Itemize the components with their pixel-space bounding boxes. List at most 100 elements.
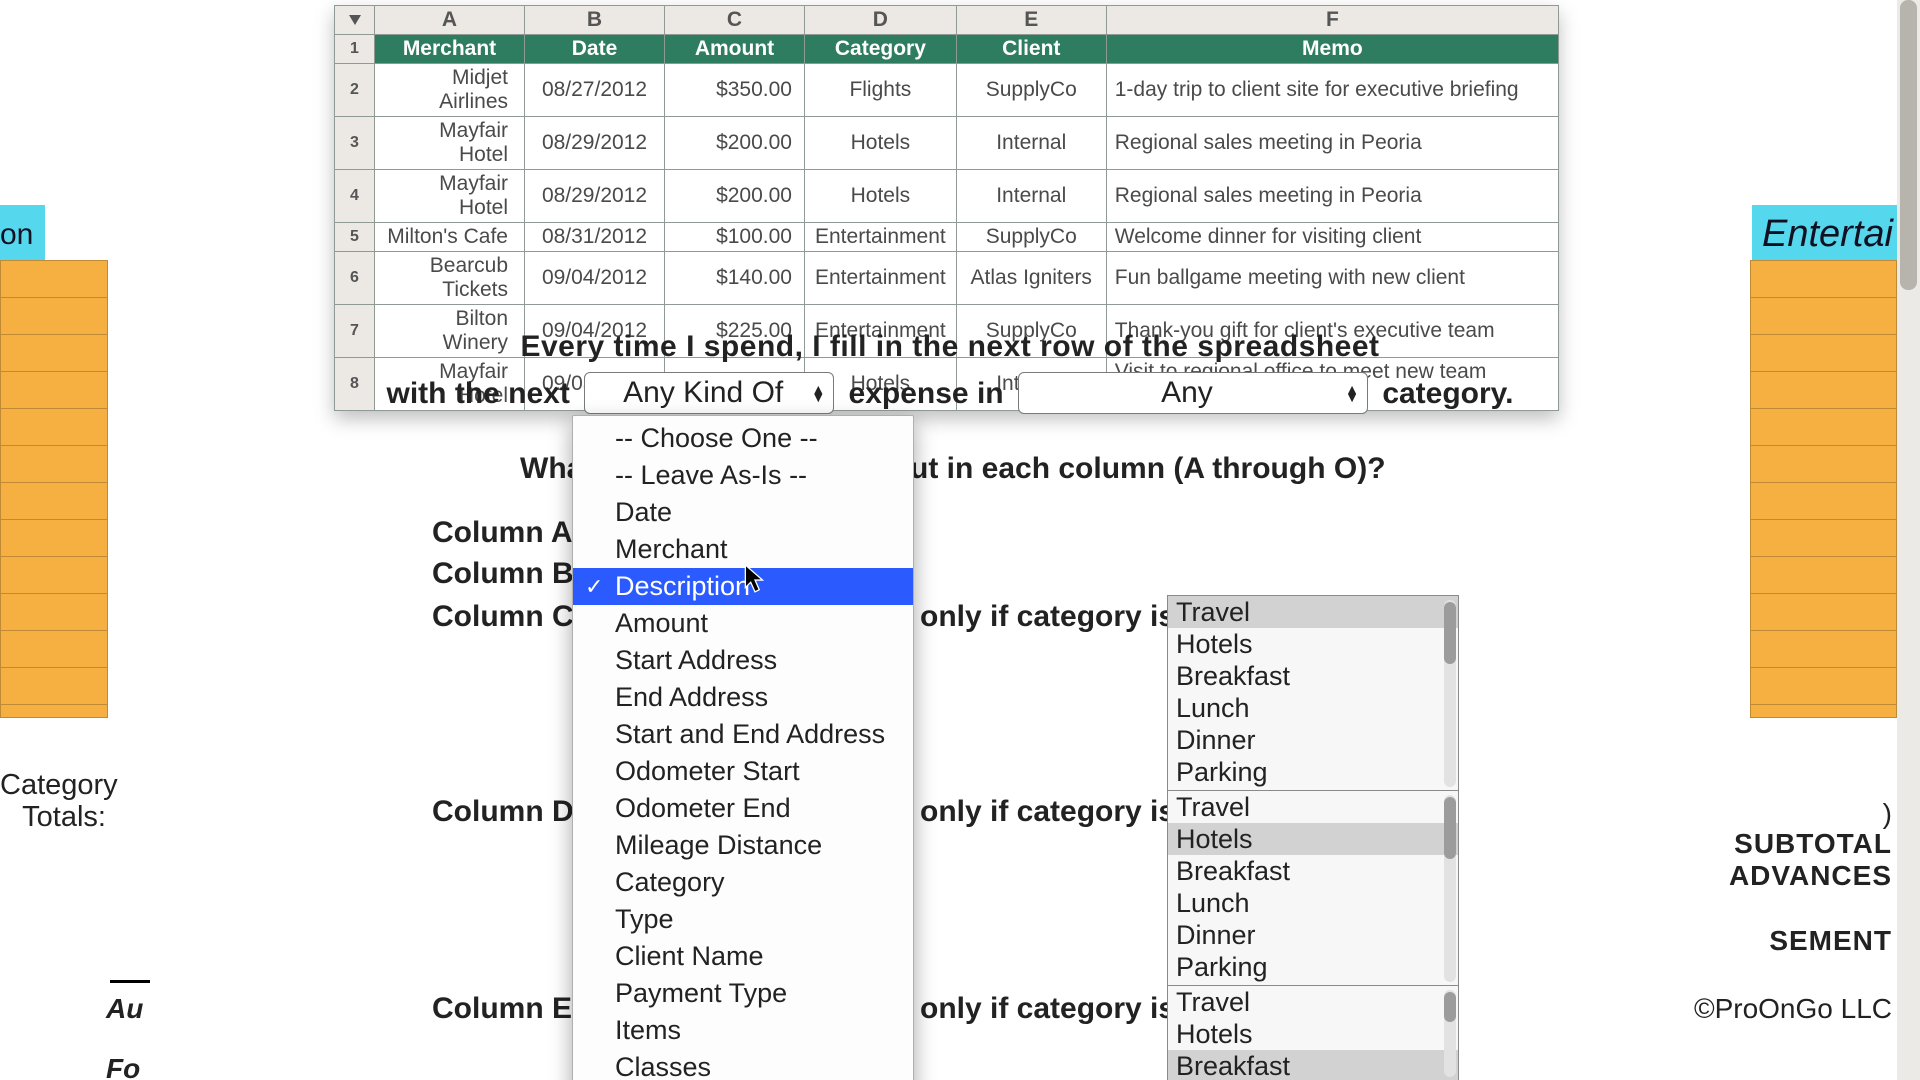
sentence-line1: Every time I spend, I fill in the next r… [340,330,1560,364]
listbox-scrollbar[interactable] [1444,600,1456,787]
dropdown-option[interactable]: Start and End Address [573,716,913,753]
column-question-right: ut in each column (A through O)? [910,452,1386,486]
cell-category[interactable]: Flights [805,64,957,117]
col-letter-D[interactable]: D [805,6,957,35]
page-scrollbar-thumb[interactable] [1900,0,1917,290]
listbox-option[interactable]: Hotels [1168,823,1458,855]
cell-date[interactable]: 08/31/2012 [525,223,665,252]
cell-date[interactable]: 09/04/2012 [525,252,665,305]
dropdown-option[interactable]: Payment Type [573,975,913,1012]
row-num[interactable]: 2 [335,64,375,117]
col-letter-A[interactable]: A [375,6,525,35]
select-all-icon [347,13,363,27]
dropdown-option[interactable]: Amount [573,605,913,642]
cell-client[interactable]: Atlas Igniters [956,252,1106,305]
col-letter-C[interactable]: C [665,6,805,35]
select-category[interactable]: Any ▲▼ [1018,372,1368,414]
row-num[interactable]: 3 [335,117,375,170]
dropdown-option[interactable]: Category [573,864,913,901]
cell-client[interactable]: Internal [956,117,1106,170]
cell-merchant[interactable]: Mayfair Hotel [375,117,525,170]
dropdown-option[interactable]: Odometer Start [573,753,913,790]
listbox-column-e-categories[interactable]: TravelHotelsBreakfast [1167,985,1459,1080]
listbox-option[interactable]: Parking [1168,756,1458,788]
cell-amount[interactable]: $100.00 [665,223,805,252]
cell-memo[interactable]: Regional sales meeting in Peoria [1106,117,1558,170]
cell-merchant[interactable]: Mayfair Hotel [375,170,525,223]
listbox-column-d-categories[interactable]: TravelHotelsBreakfastLunchDinnerParking [1167,790,1459,987]
cell-merchant[interactable]: Bearcub Tickets [375,252,525,305]
dropdown-option[interactable]: Items [573,1012,913,1049]
listbox-scrollbar-thumb[interactable] [1444,797,1456,859]
listbox-scrollbar-thumb[interactable] [1444,992,1456,1022]
dropdown-option[interactable]: -- Choose One -- [573,420,913,457]
row-num[interactable]: 4 [335,170,375,223]
listbox-scrollbar-thumb[interactable] [1444,602,1456,664]
col-letter-E[interactable]: E [956,6,1106,35]
cell-client[interactable]: Internal [956,170,1106,223]
cell-amount[interactable]: $200.00 [665,117,805,170]
listbox-option[interactable]: Travel [1168,596,1458,628]
dropdown-option[interactable]: Merchant [573,531,913,568]
page-scrollbar[interactable] [1897,0,1920,1080]
dropdown-option[interactable]: Mileage Distance [573,827,913,864]
col-letter-F[interactable]: F [1106,6,1558,35]
cell-memo[interactable]: Fun ballgame meeting with new client [1106,252,1558,305]
dropdown-option[interactable]: End Address [573,679,913,716]
cell-date[interactable]: 08/29/2012 [525,170,665,223]
listbox-option[interactable]: Hotels [1168,1018,1458,1050]
truncated-paren: ) [1883,798,1892,830]
listbox-option[interactable]: Breakfast [1168,1050,1458,1080]
cell-category[interactable]: Hotels [805,117,957,170]
cell-memo[interactable]: 1-day trip to client site for executive … [1106,64,1558,117]
dropdown-option[interactable]: Client Name [573,938,913,975]
row-num[interactable]: 6 [335,252,375,305]
dropdown-option[interactable]: Odometer End [573,790,913,827]
listbox-scrollbar[interactable] [1444,990,1456,1077]
sentence-category-word: category. [1382,377,1513,411]
listbox-column-c-categories[interactable]: TravelHotelsBreakfastLunchDinnerParking [1167,595,1459,792]
select-expense-kind[interactable]: Any Kind Of ▲▼ [584,372,834,414]
row-num-1[interactable]: 1 [335,35,375,64]
cell-amount[interactable]: $350.00 [665,64,805,117]
dropdown-option[interactable]: Classes [573,1049,913,1080]
cell-amount[interactable]: $200.00 [665,170,805,223]
truncated-subtotal: SUBTOTAL [1734,828,1892,860]
dropdown-option[interactable]: Date [573,494,913,531]
cell-memo[interactable]: Regional sales meeting in Peoria [1106,170,1558,223]
listbox-option[interactable]: Breakfast [1168,660,1458,692]
cell-category[interactable]: Hotels [805,170,957,223]
listbox-option[interactable]: Travel [1168,986,1458,1018]
listbox-option[interactable]: Parking [1168,951,1458,983]
cell-category[interactable]: Entertainment [805,223,957,252]
listbox-option[interactable]: Lunch [1168,692,1458,724]
column-datatype-dropdown-menu[interactable]: -- Choose One ---- Leave As-Is --DateMer… [572,415,914,1080]
dropdown-option[interactable]: Start Address [573,642,913,679]
listbox-option[interactable]: Dinner [1168,724,1458,756]
listbox-option[interactable]: Lunch [1168,887,1458,919]
cell-client[interactable]: SupplyCo [956,223,1106,252]
listbox-option[interactable]: Travel [1168,791,1458,823]
cell-date[interactable]: 08/27/2012 [525,64,665,117]
listbox-option[interactable]: Dinner [1168,919,1458,951]
cell-memo[interactable]: Welcome dinner for visiting client [1106,223,1558,252]
cell-merchant[interactable]: Midjet Airlines [375,64,525,117]
dropdown-option[interactable]: Type [573,901,913,938]
listbox-option[interactable]: Hotels [1168,628,1458,660]
cell-client[interactable]: SupplyCo [956,64,1106,117]
dropdown-option[interactable]: -- Leave As-Is -- [573,457,913,494]
hr-fragment [110,980,150,983]
col-letter-B[interactable]: B [525,6,665,35]
table-row: 4Mayfair Hotel08/29/2012$200.00HotelsInt… [335,170,1559,223]
listbox-option[interactable]: Breakfast [1168,855,1458,887]
dropdown-option[interactable]: Description [573,568,913,605]
chevron-updown-icon: ▲▼ [811,385,825,401]
select-all-corner[interactable] [335,6,375,35]
listbox-scrollbar[interactable] [1444,795,1456,982]
row-num[interactable]: 5 [335,223,375,252]
cell-amount[interactable]: $140.00 [665,252,805,305]
cell-category[interactable]: Entertainment [805,252,957,305]
truncated-au: Au [106,993,143,1025]
cell-merchant[interactable]: Milton's Cafe [375,223,525,252]
cell-date[interactable]: 08/29/2012 [525,117,665,170]
